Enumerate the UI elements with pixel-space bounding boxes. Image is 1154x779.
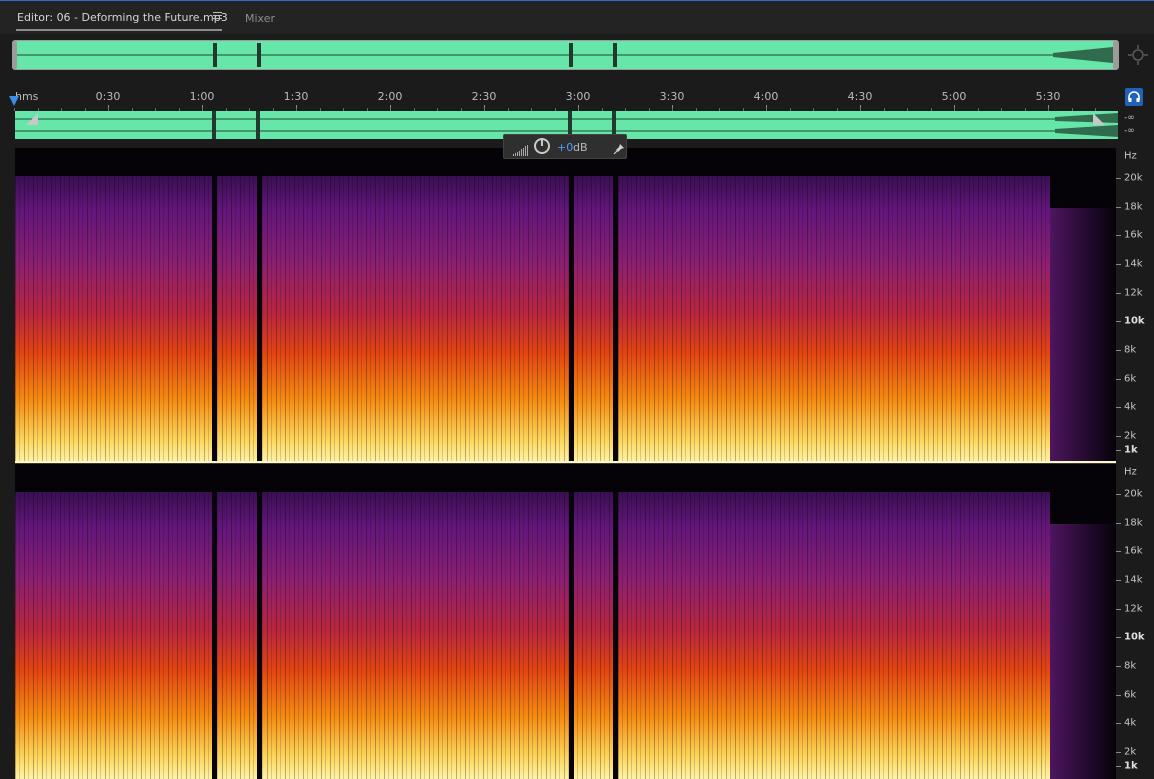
frequency-tick xyxy=(1116,551,1121,552)
frequency-tick xyxy=(1116,407,1121,408)
frequency-label: 8k xyxy=(1124,660,1137,672)
db-label-right-channel: -∞ xyxy=(1124,126,1135,136)
frequency-label: 4k xyxy=(1124,401,1137,413)
frequency-tick xyxy=(1116,666,1121,667)
frequency-tick xyxy=(1116,723,1121,724)
frequency-tick xyxy=(1116,766,1121,767)
overview-left-handle[interactable] xyxy=(12,41,17,69)
frequency-label: 4k xyxy=(1124,717,1137,729)
frequency-label: 16k xyxy=(1124,545,1143,557)
frequency-tick xyxy=(1116,752,1121,753)
time-ruler[interactable]: 0:30 1:00 1:30 2:00 2:30 3:00 3:30 4:00 4:30 5:00… xyxy=(14,86,1118,111)
headphones-icon[interactable] xyxy=(1125,88,1143,106)
tab-mixer[interactable]: Mixer xyxy=(245,12,275,25)
frequency-label: 6k xyxy=(1124,373,1137,385)
frequency-label: 6k xyxy=(1124,689,1137,701)
ruler-tick-label: 1:00 xyxy=(189,90,215,103)
active-tab-indicator xyxy=(16,29,222,31)
ruler-tick-label: 0:30 xyxy=(95,90,121,103)
frequency-tick xyxy=(1116,523,1121,524)
frequency-label: 18k xyxy=(1124,201,1143,213)
playhead-marker[interactable] xyxy=(9,96,19,106)
frequency-label: 1k xyxy=(1124,444,1138,456)
frequency-label: 14k xyxy=(1124,258,1143,270)
frequency-tick xyxy=(1116,450,1121,451)
frequency-unit-label: Hz xyxy=(1124,466,1137,478)
frequency-label: 16k xyxy=(1124,229,1143,241)
volume-knob-icon[interactable] xyxy=(534,138,550,154)
frequency-axis-right-channel: Hz 20k 18k 16k 14k 12k 10k 8k 6k 4k 2k 1k xyxy=(1116,464,1154,779)
frequency-tick xyxy=(1116,695,1121,696)
frequency-label: 1k xyxy=(1124,760,1138,772)
frequency-axis-left-channel: Hz 20k 18k 16k 14k 12k 10k 8k 6k 4k 2k 1k xyxy=(1116,148,1154,464)
frequency-label: 20k xyxy=(1124,488,1143,500)
tab-editor[interactable]: Editor: 06 - Deforming the Future.mp3 xyxy=(17,11,228,24)
frequency-tick xyxy=(1116,235,1121,236)
frequency-tick xyxy=(1116,178,1121,179)
frequency-label: 12k xyxy=(1124,603,1143,615)
spectral-display-right-channel[interactable] xyxy=(15,464,1116,779)
frequency-tick xyxy=(1116,494,1121,495)
ruler-tick-label: 2:30 xyxy=(471,90,497,103)
frequency-label: 2k xyxy=(1124,746,1137,758)
overview-waveform[interactable] xyxy=(12,40,1119,70)
hamburger-icon[interactable] xyxy=(213,12,222,20)
frequency-tick xyxy=(1116,379,1121,380)
pin-icon[interactable] xyxy=(613,140,625,155)
frequency-tick xyxy=(1116,580,1121,581)
frequency-label: 10k xyxy=(1124,315,1145,327)
overview-right-handle[interactable] xyxy=(1113,41,1118,69)
ruler-tick-label: 5:00 xyxy=(941,90,967,103)
ruler-tick-label: 4:30 xyxy=(847,90,873,103)
frequency-tick xyxy=(1116,293,1121,294)
spectral-display-left-channel[interactable] xyxy=(15,148,1116,464)
frequency-unit-label: Hz xyxy=(1124,150,1137,162)
ruler-tick-label: 1:30 xyxy=(283,90,309,103)
frequency-tick xyxy=(1116,637,1121,638)
frequency-label: 20k xyxy=(1124,172,1143,184)
level-meter-icon xyxy=(513,141,529,160)
frequency-tick xyxy=(1116,264,1121,265)
frequency-tick xyxy=(1116,609,1121,610)
frequency-tick xyxy=(1116,321,1121,322)
frequency-tick xyxy=(1116,350,1121,351)
channel-divider xyxy=(15,463,1154,464)
ruler-tick-label: 3:30 xyxy=(659,90,685,103)
frequency-tick xyxy=(1116,436,1121,437)
frequency-label: 2k xyxy=(1124,430,1137,442)
frequency-label: 18k xyxy=(1124,517,1143,529)
ruler-tick-label: 5:30 xyxy=(1035,90,1061,103)
db-label-left-channel: -∞ xyxy=(1124,113,1135,123)
frequency-label: 10k xyxy=(1124,631,1145,643)
ruler-tick-label: 2:00 xyxy=(377,90,403,103)
frequency-label: 12k xyxy=(1124,287,1143,299)
ruler-tick-label: 3:00 xyxy=(565,90,591,103)
zoom-navigator-icon[interactable] xyxy=(1127,44,1149,66)
hud-volume-value[interactable]: +0 xyxy=(557,141,573,154)
ruler-tick-label: 4:00 xyxy=(753,90,779,103)
frequency-tick xyxy=(1116,207,1121,208)
frequency-label: 8k xyxy=(1124,344,1137,356)
frequency-label: 14k xyxy=(1124,574,1143,586)
hud-volume-unit: dB xyxy=(573,141,588,154)
